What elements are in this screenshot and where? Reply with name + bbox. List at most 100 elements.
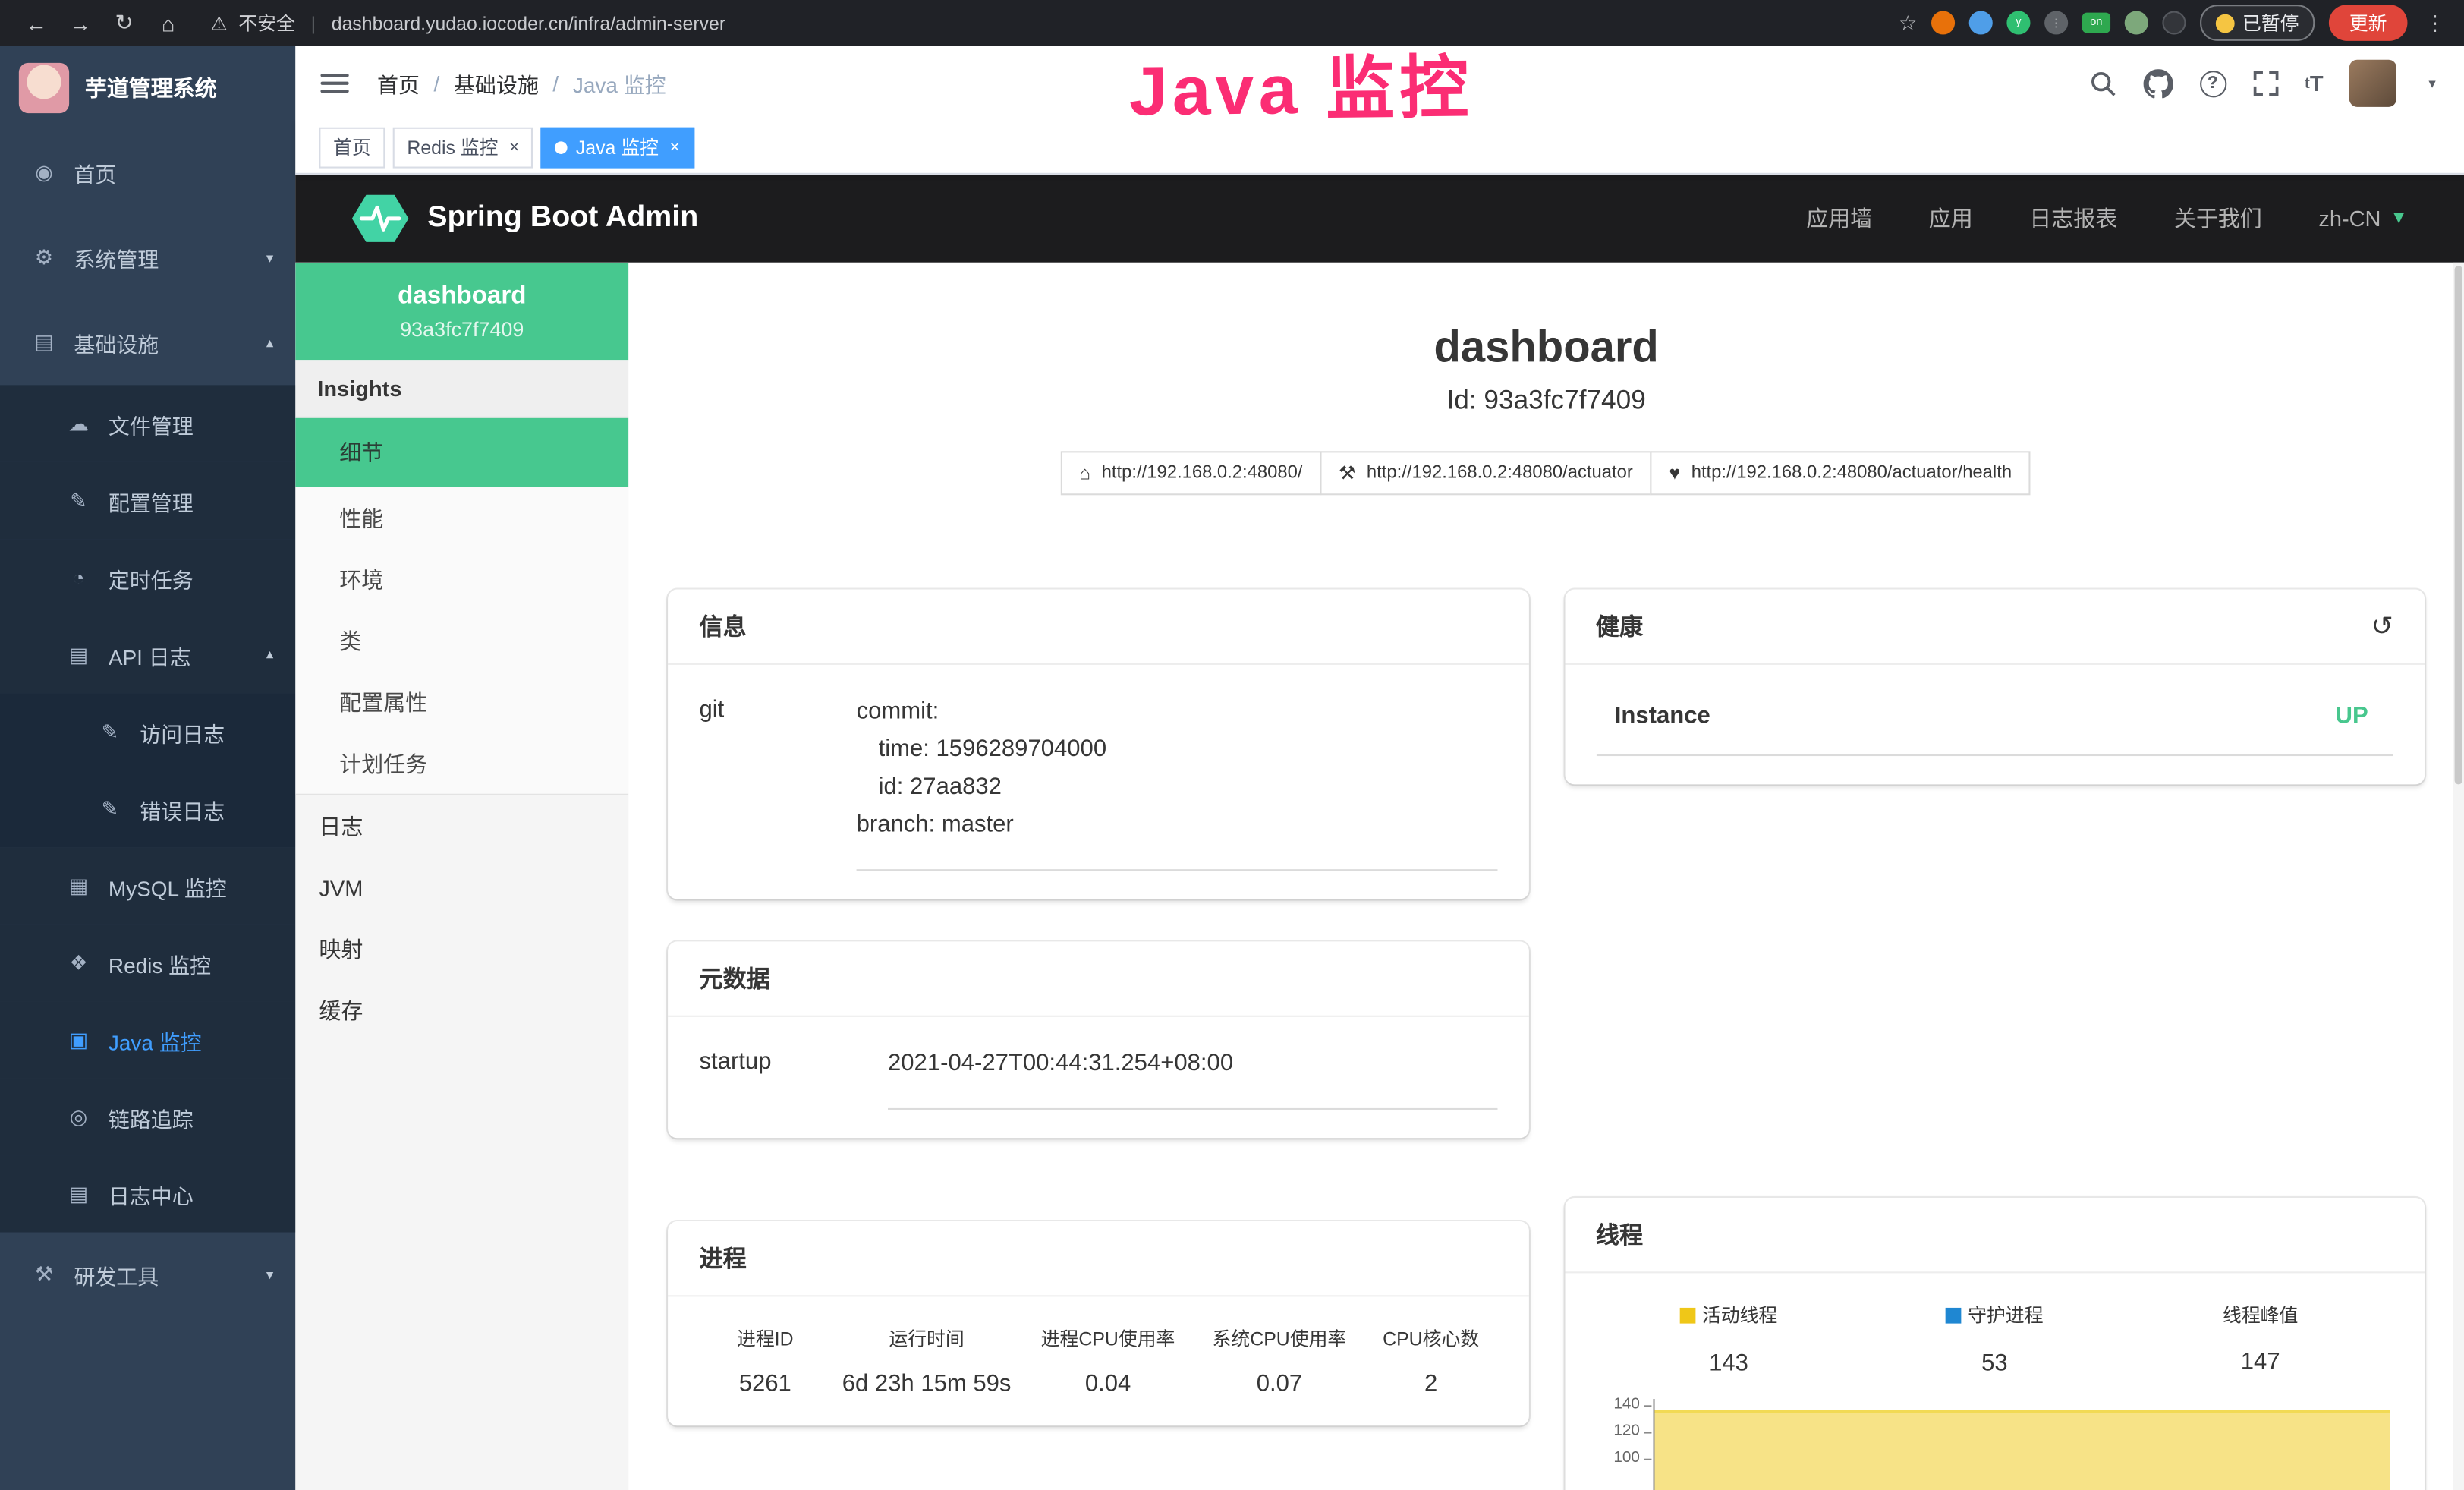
history-icon[interactable]: ↺ [2371, 613, 2393, 640]
close-icon[interactable]: × [669, 137, 679, 156]
tick-mark [1643, 1431, 1651, 1432]
extension-icon-leaf[interactable] [2125, 11, 2148, 34]
actuator-url-link[interactable]: ⚒ http://192.168.0.2:48080/actuator [1320, 451, 1651, 495]
edit-icon: ✎ [66, 488, 91, 513]
trace-icon: ◎ [66, 1104, 91, 1129]
legend-live-threads: 活动线程 143 [1596, 1302, 1861, 1376]
browser-back-icon[interactable]: ← [16, 10, 57, 35]
health-url-link[interactable]: ♥ http://192.168.0.2:48080/actuator/heal… [1651, 451, 2031, 495]
breadcrumb-infrastructure[interactable]: 基础设施 [454, 68, 539, 99]
active-dot [555, 140, 568, 153]
tab-java-monitor[interactable]: Java 监控 × [541, 127, 694, 168]
process-metrics: 进程ID 5261 运行时间 6d 23h 15m 59s [700, 1325, 1497, 1397]
sidebar-item-file-management[interactable]: ☁ 文件管理 [0, 385, 295, 461]
sba-item-jvm[interactable]: JVM [295, 857, 628, 918]
browser-forward-icon[interactable]: → [60, 10, 101, 35]
sba-item-config-props[interactable]: 配置属性 [295, 671, 628, 732]
metadata-key: startup [700, 1045, 888, 1110]
cloud-icon: ☁ [66, 411, 91, 436]
nav-applications[interactable]: 应用 [1929, 203, 1973, 234]
breadcrumb-home[interactable]: 首页 [377, 68, 420, 99]
sba-item-performance[interactable]: 性能 [295, 487, 628, 549]
sidebar-item-java-monitor[interactable]: ▣ Java 监控 [0, 1001, 295, 1078]
search-icon[interactable] [2089, 70, 2116, 96]
extension-icon-on-badge[interactable]: on [2082, 13, 2110, 33]
health-instance-label: Instance [1615, 703, 1710, 729]
y-tick: 100 [1596, 1448, 1640, 1467]
status-badge: UP [2336, 703, 2368, 729]
wrench-icon: ⚒ [1339, 462, 1355, 484]
security-warning-icon: ⚠ [210, 12, 227, 34]
hamburger-icon[interactable] [320, 74, 348, 93]
app-logo-row[interactable]: 芋道管理系统 [0, 46, 295, 131]
sidebar-item-redis-monitor[interactable]: ❖ Redis 监控 [0, 925, 295, 1001]
github-icon[interactable] [2143, 68, 2173, 98]
sidebar-item-system-management[interactable]: ⚙ 系统管理 ▾ [0, 216, 295, 301]
user-avatar[interactable] [2350, 60, 2397, 107]
page-scrollbar[interactable] [2453, 263, 2464, 1490]
tab-home[interactable]: 首页 [319, 127, 385, 168]
nav-journal[interactable]: 日志报表 [2029, 203, 2117, 234]
avatar-caret-icon[interactable]: ▾ [2428, 74, 2435, 92]
browser-menu-icon[interactable]: ⋮ [2425, 10, 2445, 35]
security-label: 不安全 [238, 9, 295, 36]
home-icon: ⌂ [1079, 462, 1090, 484]
threads-legend: 活动线程 143 守护进程 [1596, 1302, 2393, 1376]
sba-item-logs[interactable]: 日志 [295, 795, 628, 857]
close-icon[interactable]: × [509, 137, 519, 156]
browser-home-icon[interactable]: ⌂ [148, 10, 189, 35]
paused-badge[interactable]: 已暂停 [2200, 5, 2315, 41]
sidebar-item-mysql-monitor[interactable]: ▦ MySQL 监控 [0, 847, 295, 924]
info-git-row: git commit: time: 1596289704000 id: 27aa… [700, 693, 1497, 871]
extension-icon-blue[interactable] [1969, 11, 1993, 34]
sidebar-item-scheduled-tasks[interactable]: ◔ 定时任务 [0, 539, 295, 616]
sidebar-item-home[interactable]: ◉ 首页 [0, 131, 295, 216]
sidebar-item-api-logs[interactable]: ▤ API 日志 ▴ [0, 616, 295, 693]
extension-icon-green[interactable]: y [2006, 11, 2030, 34]
help-icon[interactable]: ? [2199, 70, 2226, 96]
sidebar-item-config-management[interactable]: ✎ 配置管理 [0, 462, 295, 539]
admin-header: 首页 / 基础设施 / Java 监控 Java 监控 ? [295, 46, 2464, 121]
sidebar-item-log-center[interactable]: ▤ 日志中心 [0, 1155, 295, 1232]
font-size-icon[interactable]: tT [2305, 71, 2324, 96]
address-bar[interactable]: ⚠ 不安全 | dashboard.yudao.iocoder.cn/infra… [210, 9, 725, 36]
breadcrumb: 首页 / 基础设施 / Java 监控 [377, 68, 666, 99]
sba-item-environment[interactable]: 环境 [295, 549, 628, 610]
metadata-card: 元数据 startup 2021-04-27T00:44:31.254+08:0… [668, 941, 1528, 1138]
scrollbar-thumb[interactable] [2455, 266, 2462, 784]
omnibox-separator: | [311, 12, 316, 34]
nav-wallboard[interactable]: 应用墙 [1806, 203, 1872, 234]
sba-item-classes[interactable]: 类 [295, 610, 628, 671]
instance-links: ⌂ http://192.168.0.2:48080/ ⚒ http://192… [668, 451, 2425, 495]
extension-icon-grid[interactable]: ⋮ [2044, 11, 2068, 34]
tab-redis-monitor[interactable]: Redis 监控 × [393, 127, 533, 168]
sba-item-mappings[interactable]: 映射 [295, 918, 628, 979]
bookmark-star-icon[interactable]: ☆ [1899, 10, 1917, 35]
service-url-link[interactable]: ⌂ http://192.168.0.2:48080/ [1060, 451, 1321, 495]
extension-icon-orange[interactable] [1931, 11, 1955, 34]
sba-item-caches[interactable]: 缓存 [295, 979, 628, 1041]
chevron-up-icon: ▴ [266, 646, 273, 663]
browser-reload-icon[interactable]: ↻ [104, 9, 145, 36]
instance-header[interactable]: dashboard 93a3fc7f7409 [295, 263, 628, 360]
sba-brand[interactable]: Spring Boot Admin [352, 194, 698, 244]
sidebar-item-dev-tools[interactable]: ⚒ 研发工具 ▾ [0, 1233, 295, 1318]
sba-logo-icon [352, 194, 409, 244]
insights-section-label: Insights [295, 360, 628, 418]
browser-update-button[interactable]: 更新 [2329, 5, 2408, 41]
sba-item-details[interactable]: 细节 [295, 418, 628, 487]
process-metric: 系统CPU使用率 0.07 [1194, 1325, 1365, 1397]
extension-icon-plugin[interactable] [2162, 11, 2186, 34]
sidebar-item-access-logs[interactable]: ✎ 访问日志 [0, 693, 295, 770]
sidebar-item-infrastructure[interactable]: ▤ 基础设施 ▴ [0, 301, 295, 386]
health-instance-row[interactable]: Instance UP [1596, 681, 2393, 756]
log-icon: ▤ [66, 642, 91, 667]
sidebar-item-error-logs[interactable]: ✎ 错误日志 [0, 770, 295, 847]
sidebar-item-trace[interactable]: ◎ 链路追踪 [0, 1079, 295, 1155]
nav-about[interactable]: 关于我们 [2174, 203, 2262, 234]
insights-items: 细节 性能 环境 类 配置属性 计划任务 [295, 418, 628, 795]
sba-item-scheduled[interactable]: 计划任务 [295, 732, 628, 794]
locale-select[interactable]: zh-CN ▼ [2318, 206, 2407, 231]
fullscreen-icon[interactable] [2253, 71, 2278, 96]
process-card: 进程 进程ID 5261 运行时间 [668, 1221, 1528, 1425]
